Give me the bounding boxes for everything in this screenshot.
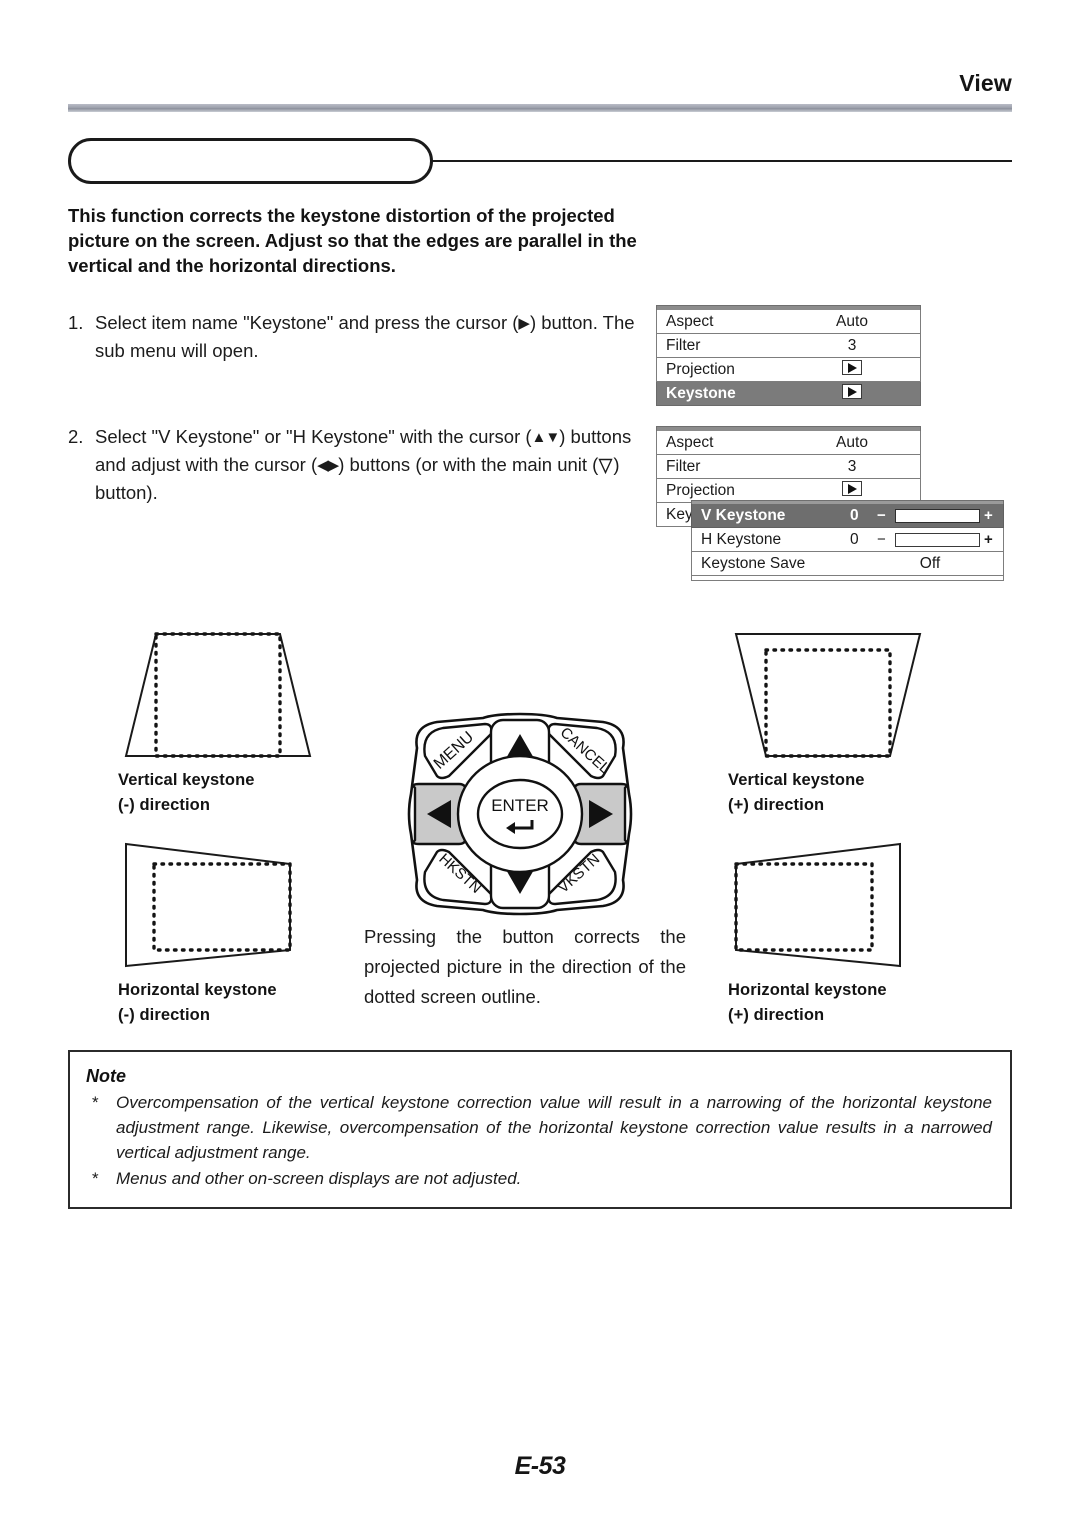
vertical-keystone-plus-shape <box>734 633 922 758</box>
step-2-body: Select "V Keystone" or "H Keystone" with… <box>95 423 648 506</box>
note-item: * Overcompensation of the vertical keyst… <box>86 1090 992 1165</box>
submenu-row-keystone-save[interactable]: Keystone Save Off <box>691 552 1004 576</box>
plus-icon[interactable]: + <box>984 531 993 548</box>
v-keystone-slider[interactable] <box>895 509 980 523</box>
step-1-number: 1. <box>68 312 84 333</box>
osd-row-label: Key <box>666 505 693 523</box>
osd-row-value <box>842 383 862 404</box>
osd-row-label: Aspect <box>666 433 714 451</box>
osd-row-value: 3 <box>847 457 857 475</box>
submenu-row-value: 0 <box>850 530 859 548</box>
h-keystone-slider[interactable] <box>895 533 980 547</box>
diagram-vertical-keystone-plus: Vertical keystone (+) direction <box>728 628 928 818</box>
outlined-down-triangle-icon <box>598 458 613 474</box>
remote-enter-label: ENTER <box>491 796 549 815</box>
plus-icon[interactable]: + <box>984 507 993 524</box>
diagram-caption: Horizontal keystone (+) direction <box>728 978 928 1028</box>
diagram-caption-line2: (+) direction <box>728 1006 825 1024</box>
osd-row-keystone[interactable]: Keystone <box>656 382 921 406</box>
submenu-row-label: H Keystone <box>701 530 782 548</box>
osd-submenu-keystone: V Keystone 0 − + H Keystone 0 − + Keysto… <box>691 500 1004 581</box>
header-rule <box>68 104 1012 112</box>
osd-row-label: Filter <box>666 457 701 475</box>
osd-row-label: Aspect <box>666 312 714 330</box>
submenu-arrow-icon <box>842 383 862 399</box>
osd-submenu-foot <box>691 576 1004 581</box>
osd-row-label: Projection <box>666 360 735 378</box>
horizontal-keystone-plus-shape <box>734 842 901 968</box>
remote-button-cluster: MENU CANCEL HKSTN VKSTN ENTER <box>385 712 655 922</box>
submenu-row-h-keystone[interactable]: H Keystone 0 − + <box>691 528 1004 552</box>
osd-row-value <box>842 359 862 380</box>
osd-row-projection[interactable]: Projection <box>656 358 921 382</box>
osd-menu-top: Aspect Auto Filter 3 Projection Keystone <box>656 305 921 406</box>
submenu-arrow-icon <box>842 359 862 375</box>
title-block: Keystone <box>68 138 1012 184</box>
step-2-part-1: Select "V Keystone" or "H Keystone" with… <box>95 426 532 447</box>
note-item-text: Menus and other on-screen displays are n… <box>116 1169 522 1188</box>
minus-icon[interactable]: − <box>877 507 886 524</box>
osd-row-filter[interactable]: Filter 3 <box>656 334 921 358</box>
step-2: 2. Select "V Keystone" or "H Keystone" w… <box>68 423 648 506</box>
title-pill <box>68 138 433 184</box>
horizontal-keystone-minus-shape <box>125 842 292 968</box>
diagram-horizontal-keystone-plus: Horizontal keystone (+) direction <box>728 838 928 1028</box>
submenu-row-v-keystone[interactable]: V Keystone 0 − + <box>691 504 1004 528</box>
diagram-caption: Horizontal keystone (-) direction <box>118 978 318 1028</box>
intro-paragraph: This function corrects the keystone dist… <box>68 205 637 276</box>
note-item: * Menus and other on-screen displays are… <box>86 1166 992 1191</box>
osd-row-value: Auto <box>836 433 868 451</box>
note-bullet-star: * <box>92 1169 99 1188</box>
note-box: Note * Overcompensation of the vertical … <box>68 1050 1012 1209</box>
diagram-horizontal-keystone-minus: Horizontal keystone (-) direction <box>118 838 318 1028</box>
diagram-caption-line1: Horizontal keystone <box>728 981 887 999</box>
note-bullet-star: * <box>92 1093 99 1112</box>
diagram-caption-line2: (-) direction <box>118 796 211 814</box>
page-header: View <box>68 72 1012 112</box>
left-right-triangle-icon: ◀▶ <box>317 457 339 474</box>
diagram-caption: Vertical keystone (-) direction <box>118 768 318 818</box>
osd-row-aspect[interactable]: Aspect Auto <box>656 431 921 455</box>
submenu-row-value: Off <box>919 554 941 572</box>
step-1-body: Select item name "Keystone" and press th… <box>95 309 648 364</box>
osd-row-label: Projection <box>666 481 735 499</box>
section-label: View <box>959 70 1012 96</box>
step-1: 1. Select item name "Keystone" and press… <box>68 309 648 364</box>
step-1-text-before: Select item name "Keystone" and press th… <box>95 312 519 333</box>
remote-button-enter[interactable]: ENTER <box>476 778 564 850</box>
diagram-caption-line1: Vertical keystone <box>118 771 255 789</box>
osd-row-value: Auto <box>836 312 868 330</box>
diagram-caption-line2: (+) direction <box>728 796 825 814</box>
osd-row-value: 3 <box>847 336 857 354</box>
vertical-keystone-minus-shape <box>124 632 312 758</box>
osd-row-label: Keystone <box>666 384 736 402</box>
diagram-caption: Vertical keystone (+) direction <box>728 768 928 818</box>
submenu-arrow-icon <box>842 480 862 496</box>
center-paragraph: Pressing the button corrects the project… <box>364 926 686 1007</box>
note-item-text: Overcompensation of the vertical keyston… <box>116 1093 992 1162</box>
submenu-row-value: 0 <box>850 506 859 524</box>
diagram-caption-line2: (-) direction <box>118 1006 211 1024</box>
diagram-caption-line1: Horizontal keystone <box>118 981 277 999</box>
note-title: Note <box>86 1066 126 1086</box>
diagram-vertical-keystone-minus: Vertical keystone (-) direction <box>118 628 318 818</box>
up-down-triangle-icon: ▲▼ <box>531 429 561 446</box>
minus-icon[interactable]: − <box>877 531 886 548</box>
osd-row-filter[interactable]: Filter 3 <box>656 455 921 479</box>
right-triangle-icon: ▶ <box>518 315 530 332</box>
osd-row-aspect[interactable]: Aspect Auto <box>656 310 921 334</box>
step-2-number: 2. <box>68 426 84 447</box>
osd-row-value <box>842 480 862 501</box>
osd-row-label: Filter <box>666 336 701 354</box>
step-2-part-3: ) buttons (or with the main unit ( <box>338 454 599 475</box>
manual-page: View Keystone This function corrects the… <box>0 0 1080 1529</box>
submenu-row-label: Keystone Save <box>701 554 806 572</box>
diagram-caption-line1: Vertical keystone <box>728 771 865 789</box>
submenu-row-label: V Keystone <box>701 506 786 524</box>
title-rule <box>428 160 1012 162</box>
page-number: E-53 <box>514 1452 566 1480</box>
